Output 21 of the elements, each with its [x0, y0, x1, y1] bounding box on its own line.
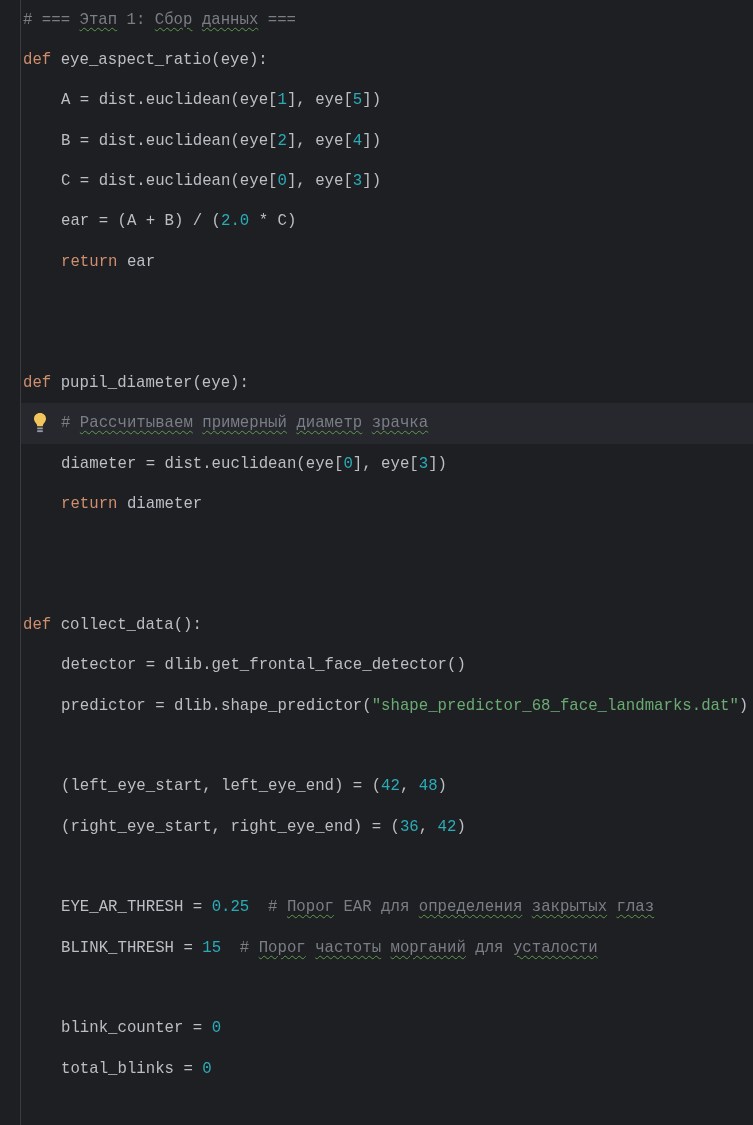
code-line: def pupil_diameter(eye):	[22, 373, 249, 393]
code-line: diameter = dist.euclidean(eye[0], eye[3])	[60, 454, 447, 474]
code-line: detector = dlib.get_frontal_face_detector()	[60, 656, 466, 676]
code-line: A = dist.euclidean(eye[1], eye[5])	[60, 91, 382, 111]
lightbulb-icon[interactable]	[33, 412, 47, 435]
code-line: blink_counter = 0	[60, 1019, 222, 1039]
code-line: return diameter	[60, 494, 203, 514]
code-line: BLINK_THRESH = 15 # Порог частоты морганий для усталости	[60, 938, 598, 958]
code-line: # Рассчитываем примерный диаметр зрачка	[60, 414, 429, 434]
code-line: (left_eye_start, left_eye_end) = (42, 48)	[60, 777, 447, 797]
code-line: return ear	[60, 252, 156, 272]
code-line: EYE_AR_THRESH = 0.25 # Порог EAR для определения закрытых глаз	[60, 898, 655, 918]
code-line: predictor = dlib.shape_predictor("shape_predictor_68_face_landmarks.dat")	[60, 696, 749, 716]
code-line: def collect_data():	[22, 615, 202, 635]
code-line: ear = (A + B) / (2.0 * C)	[60, 212, 297, 232]
code-line: # === Этап 1: Сбор данных ===	[22, 10, 296, 30]
code-line: C = dist.euclidean(eye[0], eye[3])	[60, 172, 382, 191]
code-line: def eye_aspect_ratio(eye):	[22, 51, 268, 70]
code-line: B = dist.euclidean(eye[2], eye[4])	[60, 131, 382, 151]
code-line: (right_eye_start, right_eye_end) = (36, 42)	[60, 817, 466, 837]
code-line: total_blinks = 0	[60, 1059, 212, 1079]
